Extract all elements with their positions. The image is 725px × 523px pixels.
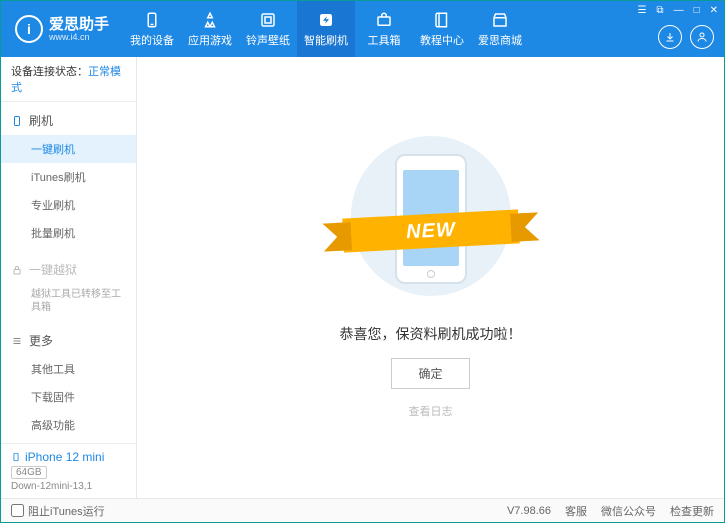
block-itunes-checkbox[interactable]: 阻止iTunes运行 [11,503,105,519]
download-icon [664,31,676,43]
sidebar-item-itunes[interactable]: iTunes刷机 [1,163,136,191]
phone-small-icon [11,115,23,127]
wallpaper-icon [259,11,277,29]
toolbox-icon [375,11,393,29]
nav-store[interactable]: 爱思商城 [471,1,529,57]
sidebar-item-other-tools[interactable]: 其他工具 [1,355,136,383]
window-controls: ☰ ⧉ — □ ✕ [637,5,718,16]
nav-toolbox[interactable]: 工具箱 [355,1,413,57]
device-firmware: Down-12mini-13,1 [11,481,126,492]
sidebar: 设备连接状态：正常模式 刷机 一键刷机 iTunes刷机 专业刷机 批量刷机 一… [1,57,137,498]
sidebar-head-more[interactable]: 更多 [1,326,136,355]
sidebar-item-pro[interactable]: 专业刷机 [1,191,136,219]
nav-apps-games[interactable]: 应用游戏 [181,1,239,57]
flash-icon [317,11,335,29]
success-illustration: NEW [351,136,511,306]
app-header: i 爱思助手 www.i4.cn 我的设备 应用游戏 铃声壁纸 智能刷机 工具箱… [1,1,724,57]
phone-icon [143,11,161,29]
jailbreak-note: 越狱工具已转移至工具箱 [1,284,136,318]
minimize-icon[interactable]: — [674,5,684,16]
maximize-icon[interactable]: □ [694,5,700,16]
brand-subtitle: www.i4.cn [49,32,109,42]
ok-button[interactable]: 确定 [391,358,469,389]
device-icon [11,450,21,464]
lock-icon [11,264,23,276]
apps-icon [201,11,219,29]
nav-my-device[interactable]: 我的设备 [123,1,181,57]
logo-icon: i [15,15,43,43]
nav-tutorials[interactable]: 教程中心 [413,1,471,57]
sidebar-head-flash[interactable]: 刷机 [1,106,136,135]
nav-ringtones[interactable]: 铃声壁纸 [239,1,297,57]
account-button[interactable] [690,25,714,49]
support-link[interactable]: 客服 [565,503,587,519]
close-icon[interactable]: ✕ [710,5,718,16]
brand-title: 爱思助手 [49,17,109,32]
pin-icon[interactable]: ⧉ [656,5,663,16]
sidebar-item-download-fw[interactable]: 下载固件 [1,383,136,411]
download-button[interactable] [658,25,682,49]
book-icon [433,11,451,29]
sidebar-item-oneclick[interactable]: 一键刷机 [1,135,136,163]
sidebar-head-jailbreak: 一键越狱 [1,255,136,284]
main-panel: NEW 恭喜您，保资料刷机成功啦！ 确定 查看日志 [137,57,724,498]
version-label: V7.98.66 [507,505,551,517]
device-capacity: 64GB [11,466,47,479]
view-log-link[interactable]: 查看日志 [409,403,453,419]
menu-icon[interactable]: ☰ [637,5,646,16]
connection-status: 设备连接状态：正常模式 [1,57,136,102]
list-icon [11,335,23,347]
user-icon [696,31,708,43]
sidebar-item-advanced[interactable]: 高级功能 [1,411,136,439]
wechat-link[interactable]: 微信公众号 [601,503,656,519]
store-icon [491,11,509,29]
check-update-link[interactable]: 检查更新 [670,503,714,519]
brand-logo: i 爱思助手 www.i4.cn [1,15,123,43]
connected-device[interactable]: iPhone 12 mini 64GB Down-12mini-13,1 [1,443,136,498]
nav-smart-flash[interactable]: 智能刷机 [297,1,355,57]
sidebar-item-batch[interactable]: 批量刷机 [1,219,136,247]
status-bar: 阻止iTunes运行 V7.98.66 客服 微信公众号 检查更新 [1,498,724,522]
main-nav: 我的设备 应用游戏 铃声壁纸 智能刷机 工具箱 教程中心 爱思商城 [123,1,529,57]
success-message: 恭喜您，保资料刷机成功啦！ [340,324,522,344]
